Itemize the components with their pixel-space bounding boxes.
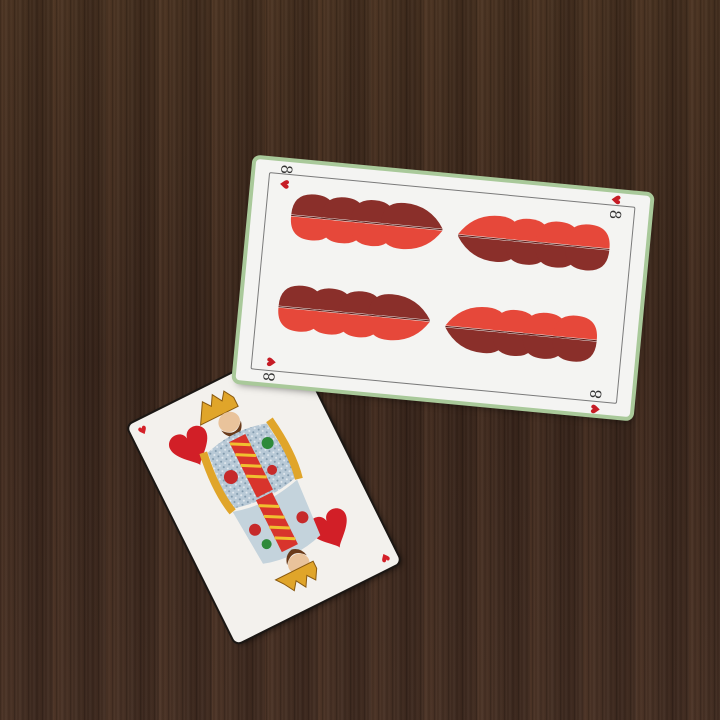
heart-icon: ♥ [608, 193, 624, 206]
card-index-top-right: ♥ 8 [605, 193, 625, 221]
heart-icon: ♥ [588, 403, 604, 416]
card-rank: 8 [605, 209, 625, 221]
card-index-bottom-right: ♥ 8 [586, 388, 606, 416]
heart-icon: ♥ [264, 356, 280, 369]
card-index-bottom-left: 8 ♥ [260, 356, 280, 383]
eight-of-hearts-card[interactable]: 8 ♥ ♥ 8 8 ♥ ♥ 8 [235, 158, 651, 418]
card-rank: 8 [260, 371, 279, 383]
card-rank: 8 [277, 163, 296, 176]
card-rank: 8 [586, 388, 606, 400]
